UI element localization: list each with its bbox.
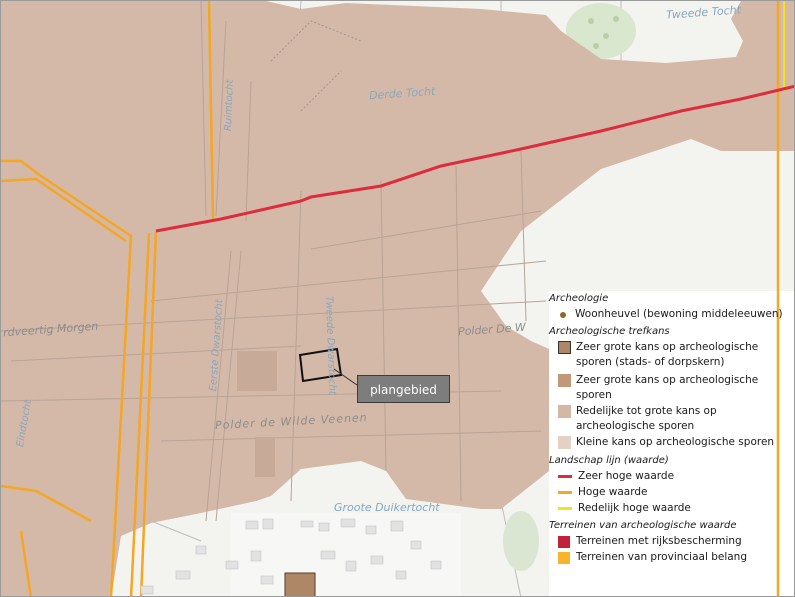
legend-line-icon bbox=[558, 507, 572, 510]
legend-item-trefkans-2: Zeer grote kans op archeologische sporen bbox=[549, 373, 789, 404]
legend-item-woonheuvel: Woonheuvel (bewoning middeleeuwen) bbox=[549, 307, 789, 324]
map-legend: Archeologie Woonheuvel (bewoning middele… bbox=[549, 291, 789, 566]
legend-item-provinciaal: Terreinen van provinciaal belang bbox=[549, 550, 789, 566]
legend-swatch-icon bbox=[558, 436, 571, 449]
legend-title-archeologie: Archeologie bbox=[549, 293, 609, 304]
legend-item-label: Redelijk hoge waarde bbox=[578, 502, 691, 514]
label-ruimtocht: Ruimtocht bbox=[223, 79, 236, 132]
legend-item-trefkans-4: Kleine kans op archeologische sporen bbox=[549, 435, 789, 453]
legend-item-redelijk-hoge: Redelijk hoge waarde bbox=[549, 501, 789, 518]
legend-item-rijksbescherming: Terreinen met rijksbescherming bbox=[549, 534, 789, 550]
legend-swatch-icon bbox=[558, 374, 571, 387]
legend-item-label: Hoge waarde bbox=[578, 486, 648, 498]
label-groote-duikertocht: Groote Duikertocht bbox=[334, 501, 440, 514]
legend-item-label: Zeer grote kans op archeologische sporen bbox=[576, 374, 759, 401]
legend-item-label: Woonheuvel (bewoning middeleeuwen) bbox=[575, 308, 783, 320]
legend-item-label: Zeer hoge waarde bbox=[578, 470, 675, 482]
legend-item-label: Terreinen van provinciaal belang bbox=[576, 551, 748, 563]
legend-item-zeer-hoge: Zeer hoge waarde bbox=[549, 469, 789, 485]
legend-line-icon bbox=[558, 475, 572, 478]
legend-item-label: Kleine kans op archeologische sporen bbox=[576, 436, 775, 448]
plan-area-callout: plangebied bbox=[357, 375, 450, 403]
legend-box-icon bbox=[558, 552, 570, 564]
legend-item-label: Redelijke tot grote kans op archeologisch… bbox=[576, 405, 717, 432]
legend-line-icon bbox=[558, 491, 572, 494]
legend-item-trefkans-3: Redelijke tot grote kans op archeologisch… bbox=[549, 404, 789, 435]
legend-swatch-icon bbox=[558, 405, 571, 418]
legend-dot-icon bbox=[560, 312, 566, 318]
legend-title-terreinen: Terreinen van archeologische waarde bbox=[549, 520, 737, 531]
legend-item-label: Zeer grote kans op archeologische sporen … bbox=[576, 341, 759, 368]
legend-swatch-icon bbox=[558, 341, 571, 354]
map-viewport[interactable]: Tweede Tocht Derde Tocht Tweede Dwarstoc… bbox=[0, 0, 795, 597]
legend-title-trefkans: Archeologische trefkans bbox=[549, 326, 670, 337]
legend-box-icon bbox=[558, 536, 570, 548]
legend-item-trefkans-1: Zeer grote kans op archeologische sporen … bbox=[549, 340, 789, 373]
legend-item-hoge: Hoge waarde bbox=[549, 485, 789, 501]
legend-item-label: Terreinen met rijksbescherming bbox=[576, 535, 742, 547]
legend-title-landschap: Landschap lijn (waarde) bbox=[549, 455, 669, 466]
